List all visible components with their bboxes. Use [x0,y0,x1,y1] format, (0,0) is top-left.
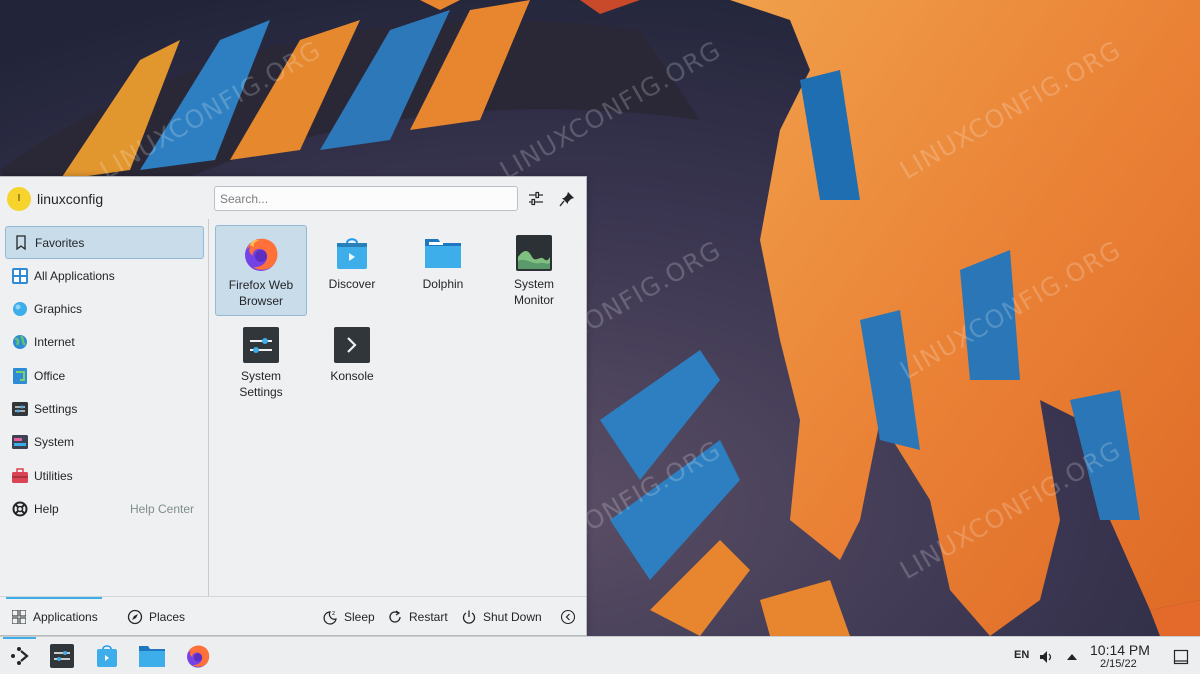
application-launcher-button[interactable] [3,641,37,673]
system-icon [11,433,28,450]
power-icon [460,608,478,626]
help-icon [11,500,28,517]
app-tile-firefox[interactable]: Firefox Web Browser [215,225,307,316]
taskbar-panel: EN 10:14 PM 2/15/22 [0,636,1200,674]
firefox-icon [241,234,281,274]
discover-icon [95,644,119,671]
firefox-icon [185,643,211,672]
sidebar-item-label: System [34,434,75,449]
sidebar-item-label: Utilities [34,468,73,483]
launcher-footer: Applications Places z Sleep Restart Shut… [0,596,586,636]
leave-options-button[interactable] [559,597,582,637]
sidebar-item-utilities[interactable]: Utilities [5,459,204,492]
app-tile-dolphin[interactable]: Dolphin [397,225,489,316]
system-settings-icon [50,643,74,671]
app-tile-discover[interactable]: Discover [306,225,398,316]
sidebar-item-internet[interactable]: Internet [5,325,204,358]
category-sidebar: Favorites All Applications Graphics Inte… [0,219,209,596]
restart-icon [386,608,404,626]
dolphin-icon [423,233,463,273]
system-monitor-icon [514,233,554,273]
launcher-active-indicator [3,637,36,639]
discover-icon [332,233,372,273]
expand-tray-icon[interactable] [1060,641,1084,673]
shut-down-button[interactable]: Shut Down [460,597,542,637]
compass-icon [126,608,144,626]
app-tile-label: Konsole [330,369,374,383]
configure-launcher-icon[interactable] [525,188,547,210]
sidebar-item-favorites[interactable]: Favorites [5,226,204,259]
clock-time[interactable]: 10:14 PM [1090,642,1150,658]
username: linuxconfig [37,191,104,207]
keyboard-layout-indicator[interactable]: EN [1014,649,1029,661]
sidebar-item-label: All Applications [34,268,115,283]
tab-label: Applications [33,610,98,624]
sidebar-item-label: Settings [34,401,78,416]
app-tile-label: Dolphin [422,277,464,291]
taskbar-dolphin[interactable] [135,641,169,673]
app-tile-label: System Settings [239,369,283,399]
tab-applications[interactable]: Applications [10,597,98,637]
dolphin-icon [138,644,166,671]
internet-icon [11,333,28,350]
app-tile-konsole[interactable]: Konsole [306,317,398,408]
tab-label: Places [149,610,186,624]
search-input[interactable] [214,186,518,211]
app-tile-system-settings[interactable]: System Settings [215,317,307,408]
restart-label: Restart [409,610,448,624]
sidebar-item-office[interactable]: Office [5,359,204,392]
sleep-label: Sleep [344,610,375,624]
sleep-icon: z [321,608,339,626]
sidebar-item-label: Help [34,501,59,516]
app-tile-label: Firefox Web Browser [228,278,294,308]
sidebar-item-label: Office [34,368,66,383]
chevron-left-icon [559,608,577,626]
svg-text:z: z [332,610,335,617]
sleep-button[interactable]: z Sleep [321,597,375,637]
kde-launcher-icon [10,646,30,669]
system-settings-icon [241,325,281,365]
application-launcher: I linuxconfig Favorites [0,176,587,636]
graphics-icon [11,300,28,317]
bookmark-icon [12,234,29,251]
app-tile-system-monitor[interactable]: System Monitor [488,225,580,316]
restart-button[interactable]: Restart [386,597,448,637]
clock-date[interactable]: 2/15/22 [1100,658,1137,670]
taskbar-firefox[interactable] [181,641,215,673]
app-tile-label: System Monitor [513,277,554,307]
sidebar-item-help[interactable]: Help Help Center [5,492,204,525]
sidebar-item-graphics[interactable]: Graphics [5,292,204,325]
sidebar-item-settings[interactable]: Settings [5,392,204,425]
shut-down-label: Shut Down [483,610,542,624]
app-tile-label: Discover [328,277,376,291]
office-icon [11,367,28,384]
settings-icon [11,400,28,417]
help-center-label: Help Center [129,501,194,516]
show-desktop-icon[interactable] [1164,641,1198,673]
tab-places[interactable]: Places [126,597,185,637]
sidebar-item-all-applications[interactable]: All Applications [5,259,204,292]
volume-icon[interactable] [1031,641,1061,673]
sidebar-item-label: Graphics [34,301,83,316]
favorites-grid: Firefox Web Browser Discover Dolphin Sys… [210,219,586,596]
all-applications-icon [11,267,28,284]
konsole-icon [332,325,372,365]
sidebar-item-label: Internet [34,334,75,349]
applications-grid-icon [10,608,28,626]
utilities-icon [11,467,28,484]
sidebar-item-label: Favorites [35,235,85,250]
taskbar-discover[interactable] [90,641,124,673]
launcher-header: I linuxconfig [0,177,586,219]
pin-icon[interactable] [556,188,578,210]
taskbar-system-settings[interactable] [45,641,79,673]
user-avatar[interactable]: I [7,187,31,211]
sidebar-item-system[interactable]: System [5,425,204,458]
